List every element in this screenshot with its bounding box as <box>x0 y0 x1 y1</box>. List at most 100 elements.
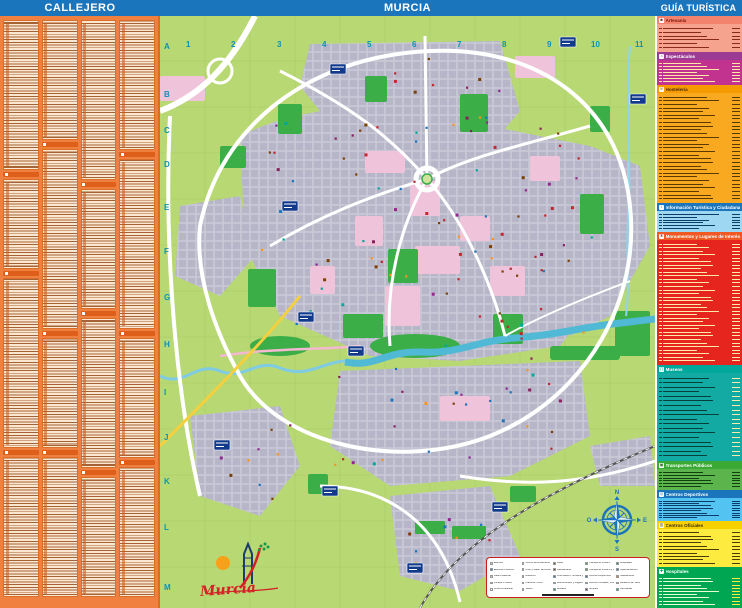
compass-south-label: S <box>615 547 619 553</box>
grid-letter-I: I <box>164 388 166 397</box>
murcia-logo: Murcia <box>198 536 288 606</box>
grid-number-8: 8 <box>502 40 506 49</box>
legend-item: Museos <box>553 586 583 593</box>
legend-label: Gasolineras <box>620 575 634 578</box>
guide-entry <box>659 198 740 199</box>
legend-color-chip <box>490 588 493 591</box>
legend-label: Auditorio <box>525 575 535 578</box>
guide-section-title: Centros Deportivos <box>666 492 709 497</box>
guide-entry <box>659 405 740 406</box>
guide-entry <box>659 387 740 388</box>
street-list-block <box>81 20 117 180</box>
guide-entry <box>659 343 740 344</box>
legend-label: Plaza de Toros <box>525 582 542 585</box>
legend-label: Calle Peatonal <box>494 575 511 578</box>
city-map: N E S O 1234567891011 ABCDEFGHIJKLM <box>160 16 655 608</box>
guide-entry <box>659 581 740 582</box>
guide-section-header: ΨHostelería <box>657 85 742 93</box>
guide-entry <box>659 122 740 123</box>
legend-item: Centro de Enseñanza <box>522 560 552 567</box>
legend-item: Edificios Públicos <box>490 567 520 574</box>
legend-color-chip <box>522 582 525 585</box>
guide-section-icon: Ψ <box>659 87 664 92</box>
guide-entry <box>659 151 740 152</box>
guide-entry <box>659 314 740 315</box>
street-index-letter-header <box>3 271 39 276</box>
guide-entry <box>659 28 740 29</box>
guide-entry <box>659 350 740 351</box>
guide-entry <box>659 508 740 509</box>
guide-entry <box>659 286 740 287</box>
street-index-letter-header <box>3 172 39 177</box>
guide-entry <box>659 553 740 554</box>
guide-section-header: ▥Centros Oficiales <box>657 521 742 529</box>
street-list-block <box>81 318 117 468</box>
grid-number-11: 11 <box>635 40 643 49</box>
guide-entry <box>659 472 740 473</box>
guide-entry <box>659 578 740 579</box>
street-index-letter-header <box>42 142 78 147</box>
street-index-letter-header <box>81 470 117 475</box>
guide-entry <box>659 588 740 589</box>
guide-entry <box>659 247 740 248</box>
legend-item: Aparcamientos <box>616 567 646 574</box>
legend-color-chip <box>585 575 588 578</box>
compass-north-label: N <box>615 490 619 496</box>
guide-section-header: ☻Artesanía <box>657 16 742 24</box>
grid-number-1: 1 <box>186 40 190 49</box>
legend-item: Templos <box>585 586 615 593</box>
guide-section-header: ◎Centros Deportivos <box>657 490 742 498</box>
guide-section-artesan-a: ☻Artesanía <box>657 16 742 52</box>
legend-color-chip <box>585 582 588 585</box>
legend-item: Teatro <box>522 586 552 593</box>
guide-entry <box>659 43 740 44</box>
legend-color-chip <box>522 575 525 578</box>
guide-entry <box>659 510 740 511</box>
legend-item: Centros Deportivos <box>585 573 615 580</box>
city-title: MURCIA <box>160 2 655 14</box>
guide-entry <box>659 144 740 145</box>
legend-label: Cine y Salón de Actos <box>525 569 550 572</box>
legend-label: Aparcamientos <box>620 569 637 572</box>
grid-number-5: 5 <box>367 40 371 49</box>
guide-entry <box>659 166 740 167</box>
murcia-tourist-map-poster: CALLEJERO MURCIA GUÍA TURÍSTICA <box>0 0 742 608</box>
guide-entry <box>659 486 740 487</box>
guide-section-icon: ∏ <box>659 367 664 372</box>
tourist-guide-panel: ☻Artesanía ♫EspectáculosΨHostelería iInfor… <box>655 16 742 608</box>
guide-entry <box>659 100 740 101</box>
street-list-block <box>119 20 155 150</box>
guide-entry <box>659 307 740 308</box>
street-index-letter-header <box>81 311 117 316</box>
legend-label: Templos <box>589 588 599 591</box>
legend-label: Centros Deportivos <box>589 575 611 578</box>
guide-section-espect-culos: ♫Espectáculos <box>657 52 742 85</box>
logo-palm <box>258 543 270 552</box>
guide-entry <box>659 258 740 259</box>
guide-section-icon: ▣ <box>659 463 664 468</box>
guide-entry <box>659 244 740 245</box>
legend-label: Hotel <box>557 562 563 565</box>
guide-section-centros-oficiales: ▥Centros Oficiales <box>657 521 742 567</box>
guide-entry <box>659 378 740 379</box>
guide-section-header: iInformación Turística y Ciudadana <box>657 203 742 211</box>
street-index-letter-header <box>42 331 78 336</box>
guide-entry <box>659 332 740 333</box>
street-index-column <box>81 20 117 604</box>
guide-entry <box>659 442 740 443</box>
guide-entry <box>659 304 740 305</box>
grid-number-2: 2 <box>231 40 235 49</box>
legend-label: Estación de Taxis <box>620 582 640 585</box>
grid-letter-J: J <box>164 433 168 442</box>
legend-color-chip <box>553 568 556 571</box>
guide-entry <box>659 556 740 557</box>
guide-entry <box>659 414 740 415</box>
street-index-letter-header <box>3 450 39 455</box>
street-list-block <box>42 457 78 597</box>
legend-label: Centros Oficiales, Policía y Correos <box>589 582 615 585</box>
guide-entry <box>659 400 740 401</box>
legend-item: Plaza de Toros <box>522 580 552 587</box>
guide-section-museos: ∏Museos <box>657 365 742 461</box>
scale-bar <box>542 594 594 596</box>
guide-section-centros-deportivos: ◎Centros Deportivos <box>657 490 742 521</box>
